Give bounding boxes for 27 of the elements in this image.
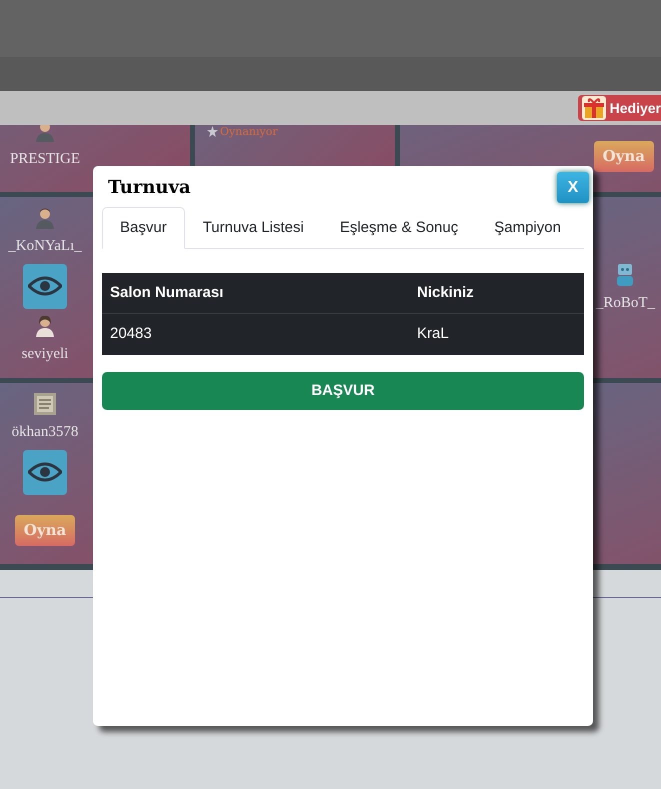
tab[interactable]: Şampiyon [476, 207, 579, 249]
close-button[interactable]: X [557, 172, 589, 203]
gift-button[interactable]: Hediyer [578, 95, 661, 121]
star-icon [207, 126, 218, 138]
column-header: Salon Numarası [109, 282, 224, 303]
tab[interactable]: Turnuva Listesi [184, 207, 322, 249]
modal-title: Turnuva [108, 176, 191, 200]
gift-icon [582, 96, 606, 120]
person-icon [34, 125, 56, 142]
watch-button[interactable] [23, 264, 67, 308]
table-cell-text: 20483 [109, 324, 153, 344]
status-text: Oynanıyor [220, 125, 278, 140]
watch-button[interactable] [23, 450, 67, 494]
player-name: _KoNYaLı_ [8, 237, 82, 256]
player-name: seviyeli [22, 344, 68, 364]
player-name: ökhan3578 [12, 423, 78, 442]
player-name: PRESTIGE [10, 150, 80, 168]
player-name: _RoBoT_ [596, 294, 655, 313]
eye-icon [28, 276, 62, 296]
eye-icon [28, 462, 62, 482]
tab[interactable]: Başvur [102, 207, 185, 249]
person-icon [34, 207, 56, 229]
apply-button[interactable]: BAŞVUR [102, 372, 584, 410]
tab[interactable]: Eşleşme & Sonuç [322, 207, 476, 249]
table-cell-text: KraL [416, 324, 450, 344]
column-header: Nickiniz [416, 282, 475, 303]
person-icon [34, 314, 56, 336]
